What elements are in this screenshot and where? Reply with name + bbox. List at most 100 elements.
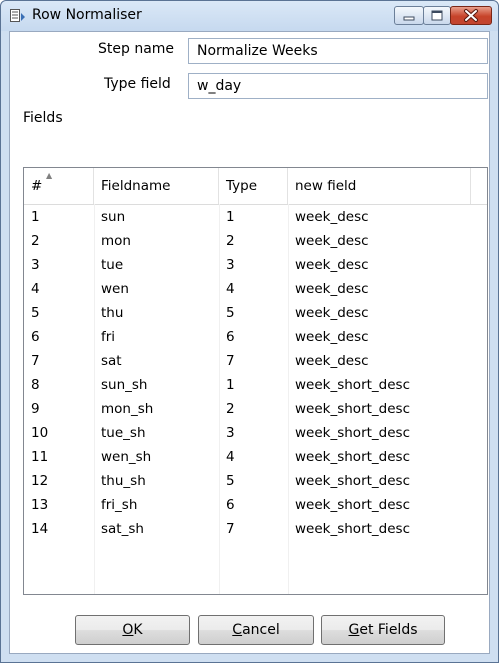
header-scroll-spacer	[470, 168, 487, 204]
new-field-cell[interactable]: week_desc	[288, 277, 471, 301]
get-fields-label: et Fields	[359, 622, 418, 638]
row-number-cell[interactable]: 6	[24, 325, 94, 349]
type-cell[interactable]: 5	[219, 301, 288, 325]
row-number-cell[interactable]: 10	[24, 421, 94, 445]
table-row[interactable]: 13 fri_sh 6 week_short_desc	[24, 493, 487, 517]
row-number-cell[interactable]: 9	[24, 397, 94, 421]
fieldname-cell[interactable]: fri	[94, 325, 219, 349]
fields-table[interactable]: # ▲ Fieldname Type new field 1 sun 1 week_d…	[23, 167, 488, 595]
fieldname-cell[interactable]: mon_sh	[94, 397, 219, 421]
row-number-cell[interactable]: 1	[24, 205, 94, 229]
row-number-cell[interactable]: 11	[24, 445, 94, 469]
type-cell[interactable]: 2	[219, 229, 288, 253]
minimize-button[interactable]	[394, 6, 424, 25]
type-field-input[interactable]: w_day	[188, 73, 488, 99]
fieldname-cell[interactable]: sat	[94, 349, 219, 373]
type-cell[interactable]: 2	[219, 397, 288, 421]
table-row[interactable]: 8 sun_sh 1 week_short_desc	[24, 373, 487, 397]
row-normaliser-icon	[10, 9, 25, 22]
new-field-cell[interactable]: week_desc	[288, 253, 471, 277]
new-field-cell[interactable]: week_desc	[288, 229, 471, 253]
table-row[interactable]: 3 tue 3 week_desc	[24, 253, 487, 277]
ok-mnemonic: O	[122, 622, 134, 638]
new-field-cell[interactable]: week_desc	[288, 301, 471, 325]
new-field-cell[interactable]: week_short_desc	[288, 421, 471, 445]
column-header-type[interactable]: Type	[219, 168, 288, 204]
maximize-button[interactable]	[423, 6, 451, 25]
table-header: # ▲ Fieldname Type new field	[24, 168, 487, 205]
type-cell[interactable]: 1	[219, 373, 288, 397]
type-cell[interactable]: 3	[219, 421, 288, 445]
type-cell[interactable]: 4	[219, 277, 288, 301]
row-number-cell[interactable]: 4	[24, 277, 94, 301]
new-field-cell[interactable]: week_short_desc	[288, 373, 471, 397]
ok-button[interactable]: OK	[75, 615, 190, 645]
row-normaliser-dialog: Row Normaliser Step name Normalize Weeks…	[0, 0, 499, 663]
table-row[interactable]: 6 fri 6 week_desc	[24, 325, 487, 349]
type-field-label: Type field	[104, 76, 171, 92]
row-number-cell[interactable]: 2	[24, 229, 94, 253]
table-row[interactable]: 2 mon 2 week_desc	[24, 229, 487, 253]
type-cell[interactable]: 7	[219, 349, 288, 373]
new-field-cell[interactable]: week_short_desc	[288, 445, 471, 469]
table-row[interactable]: 11 wen_sh 4 week_short_desc	[24, 445, 487, 469]
table-row[interactable]: 10 tue_sh 3 week_short_desc	[24, 421, 487, 445]
table-row[interactable]: 12 thu_sh 5 week_short_desc	[24, 469, 487, 493]
column-header-number[interactable]: # ▲	[24, 168, 94, 204]
new-field-cell[interactable]: week_short_desc	[288, 397, 471, 421]
table-row[interactable]: 7 sat 7 week_desc	[24, 349, 487, 373]
fieldname-cell[interactable]: fri_sh	[94, 493, 219, 517]
table-row[interactable]: 5 thu 5 week_desc	[24, 301, 487, 325]
get-fields-button[interactable]: Get Fields	[321, 615, 445, 645]
fieldname-cell[interactable]: wen_sh	[94, 445, 219, 469]
column-header-fieldname[interactable]: Fieldname	[94, 168, 219, 204]
cancel-mnemonic: C	[232, 622, 243, 638]
table-row[interactable]: 9 mon_sh 2 week_short_desc	[24, 397, 487, 421]
new-field-cell[interactable]: week_short_desc	[288, 493, 471, 517]
new-field-cell[interactable]: week_desc	[288, 325, 471, 349]
type-cell[interactable]: 6	[219, 325, 288, 349]
fieldname-cell[interactable]: mon	[94, 229, 219, 253]
row-number-cell[interactable]: 14	[24, 517, 94, 541]
title-bar[interactable]: Row Normaliser	[1, 1, 498, 31]
new-field-cell[interactable]: week_desc	[288, 349, 471, 373]
step-name-input[interactable]: Normalize Weeks	[188, 38, 488, 64]
cancel-button[interactable]: Cancel	[198, 615, 314, 645]
fieldname-cell[interactable]: thu	[94, 301, 219, 325]
fields-label: Fields	[23, 110, 63, 126]
fieldname-cell[interactable]: tue_sh	[94, 421, 219, 445]
type-cell[interactable]: 6	[219, 493, 288, 517]
fieldname-cell[interactable]: sat_sh	[94, 517, 219, 541]
row-number-cell[interactable]: 7	[24, 349, 94, 373]
cancel-label: ancel	[242, 622, 280, 638]
step-name-label: Step name	[98, 41, 175, 57]
new-field-cell[interactable]: week_desc	[288, 205, 471, 229]
get-fields-mnemonic: G	[348, 622, 360, 638]
maximize-icon	[431, 10, 443, 21]
new-field-cell[interactable]: week_short_desc	[288, 517, 471, 541]
fieldname-cell[interactable]: tue	[94, 253, 219, 277]
table-row[interactable]: 4 wen 4 week_desc	[24, 277, 487, 301]
row-number-cell[interactable]: 5	[24, 301, 94, 325]
minimize-icon	[403, 16, 415, 21]
type-cell[interactable]: 5	[219, 469, 288, 493]
table-row[interactable]: 14 sat_sh 7 week_short_desc	[24, 517, 487, 541]
row-number-cell[interactable]: 13	[24, 493, 94, 517]
type-cell[interactable]: 3	[219, 253, 288, 277]
fieldname-cell[interactable]: sun_sh	[94, 373, 219, 397]
row-number-cell[interactable]: 12	[24, 469, 94, 493]
fieldname-cell[interactable]: wen	[94, 277, 219, 301]
close-button[interactable]	[450, 6, 492, 25]
type-cell[interactable]: 7	[219, 517, 288, 541]
table-row[interactable]: 1 sun 1 week_desc	[24, 205, 487, 229]
type-cell[interactable]: 4	[219, 445, 288, 469]
column-header-new-field[interactable]: new field	[288, 168, 471, 204]
row-number-cell[interactable]: 3	[24, 253, 94, 277]
new-field-cell[interactable]: week_short_desc	[288, 469, 471, 493]
column-header-number-label: #	[31, 178, 43, 194]
window-title: Row Normaliser	[32, 7, 142, 23]
fieldname-cell[interactable]: thu_sh	[94, 469, 219, 493]
fieldname-cell[interactable]: sun	[94, 205, 219, 229]
row-number-cell[interactable]: 8	[24, 373, 94, 397]
type-cell[interactable]: 1	[219, 205, 288, 229]
